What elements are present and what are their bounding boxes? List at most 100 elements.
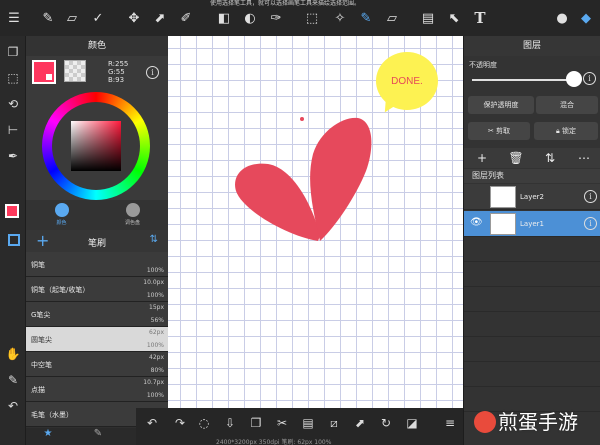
color-tab-row: 颜色 调色盘	[26, 200, 168, 230]
color-wheel[interactable]	[42, 92, 150, 200]
opacity-slider-thumb[interactable]	[566, 71, 582, 87]
layer-thumbnail	[490, 213, 516, 235]
undo-icon[interactable]: ↶	[142, 413, 162, 433]
pen-tool-icon[interactable]: ✑	[266, 8, 286, 28]
layer-info-icon[interactable]: i	[584, 190, 597, 203]
transform-icon[interactable]: ⬈	[350, 413, 370, 433]
rgb-b: B:93	[108, 76, 125, 84]
color-panel-title: 颜色	[26, 36, 168, 56]
brush-item[interactable]: 点描 10.7px 100%	[26, 377, 168, 402]
edit-tool-icon[interactable]: ✐	[176, 8, 196, 28]
sort-icon[interactable]: ⇅	[150, 234, 158, 245]
redo-icon[interactable]: ↷	[170, 413, 190, 433]
empty-layer-slot	[464, 338, 600, 362]
fill-tool-icon[interactable]: ◧	[214, 8, 234, 28]
layer-copy-icon[interactable]: ❐	[3, 42, 23, 62]
undo-icon[interactable]: ↶	[3, 396, 23, 416]
layer-row[interactable]: Layer2 i	[464, 184, 600, 210]
eye-icon[interactable]: 👁︎	[470, 217, 483, 228]
import-icon[interactable]: ⇩	[220, 413, 240, 433]
ruler-icon[interactable]: ⊢	[3, 120, 23, 140]
select-icon[interactable]: ⬚	[3, 68, 23, 88]
hand-icon[interactable]: ✋	[3, 344, 23, 364]
paste-icon[interactable]: ▤	[298, 413, 318, 433]
select-eraser-icon[interactable]: ▱	[382, 8, 402, 28]
brush-list-icon[interactable]: ✎	[78, 428, 118, 445]
operation-tool-icon[interactable]: ⬉	[444, 8, 464, 28]
gradient-tool-icon[interactable]: ◐	[240, 8, 260, 28]
paint-dot	[300, 117, 304, 121]
layer-info-icon[interactable]: i	[584, 217, 597, 230]
brush-item[interactable]: 圆笔尖 62px 100%	[26, 327, 168, 352]
empty-layer-slot	[464, 313, 600, 337]
pen-icon[interactable]: ✒	[3, 146, 23, 166]
magic-wand-icon[interactable]: ✧	[330, 8, 350, 28]
transform-tool-icon[interactable]: ⬈	[150, 8, 170, 28]
saturation-square[interactable]	[71, 121, 121, 171]
brush-tool-icon[interactable]: ✎	[38, 8, 58, 28]
protect-alpha-button[interactable]: 保护透明度	[468, 96, 534, 114]
rotate-canvas-icon[interactable]: ↻	[376, 413, 396, 433]
background-color-swatch[interactable]	[64, 60, 86, 82]
layer-panel: 图层 不透明度 i 保护透明度 混合 ✂ 剪取 🔒︎ 锁定 + 🗑︎ ⇅ ⋯ 图…	[463, 36, 600, 445]
rotate-icon[interactable]: ⟲	[3, 94, 23, 114]
layers-stack-icon[interactable]: ◆	[576, 8, 596, 28]
empty-layer-slot	[464, 363, 600, 387]
drawing-canvas[interactable]: DONE.	[168, 36, 463, 408]
brush-item[interactable]: G笔尖 15px 56%	[26, 302, 168, 327]
tab-palette-label: 调色盘	[124, 220, 140, 226]
select-rect-icon[interactable]: ⬚	[302, 8, 322, 28]
more-menu-icon[interactable]: ≡	[440, 416, 460, 432]
foreground-color-swatch[interactable]	[32, 60, 56, 84]
layer-thumbnail	[490, 186, 516, 208]
eyedropper-icon[interactable]: ✎	[3, 370, 23, 390]
bubble-text: DONE.	[391, 75, 423, 87]
layer-row[interactable]: 👁︎ Layer1 i	[464, 211, 600, 237]
more-icon[interactable]: ⋯	[574, 148, 594, 168]
opacity-slider-track[interactable]	[472, 79, 580, 81]
layer-name: Layer2	[520, 193, 544, 201]
snap-icon[interactable]: ◪	[402, 413, 422, 433]
menu-icon[interactable]: ☰	[4, 8, 24, 28]
copy-icon[interactable]: ❐	[246, 413, 266, 433]
tab-color[interactable]: 颜色	[26, 203, 97, 229]
brush-size: 15px	[149, 304, 164, 311]
scissors-icon: ✂	[487, 127, 497, 135]
brush-opacity: 80%	[150, 367, 164, 374]
clip-button[interactable]: ✂ 剪取	[468, 122, 530, 140]
color-circle-icon	[54, 203, 69, 217]
brush-item[interactable]: 铜笔（起笔/收笔） 10.0px 100%	[26, 277, 168, 302]
reorder-layer-icon[interactable]: ⇅	[540, 148, 560, 168]
cut-icon[interactable]: ✂	[272, 413, 292, 433]
palette-icon	[125, 203, 140, 217]
lock-button[interactable]: 🔒︎ 锁定	[534, 122, 598, 140]
empty-layer-slot	[464, 238, 600, 262]
add-layer-icon[interactable]: +	[472, 148, 492, 168]
layer-name: Layer1	[520, 220, 544, 228]
favorite-star-icon[interactable]: ★	[28, 428, 68, 445]
blend-mode-button[interactable]: 混合	[536, 96, 598, 114]
heart-left-petal	[235, 163, 320, 241]
text-tool-icon[interactable]: T	[470, 8, 490, 28]
chat-icon[interactable]: ●	[552, 8, 572, 28]
tooltip-text: 使用选择笔工具，就可以选择画笔工具来描绘选择范围。	[210, 0, 361, 7]
delete-layer-icon[interactable]: 🗑︎	[506, 148, 526, 168]
tab-palette[interactable]: 调色盘	[97, 203, 168, 229]
select-pen-icon[interactable]: ✎	[356, 8, 376, 28]
smudge-tool-icon[interactable]: ✓	[88, 8, 108, 28]
canvas-icon[interactable]	[8, 234, 20, 246]
color-info-icon[interactable]: i	[146, 66, 159, 79]
lasso-icon[interactable]: ◌	[194, 413, 214, 433]
color-swatch[interactable]	[5, 204, 19, 218]
brush-item[interactable]: 铜笔 100%	[26, 252, 168, 277]
frame-tool-icon[interactable]: ▤	[418, 8, 438, 28]
opacity-info-icon[interactable]: i	[583, 72, 596, 85]
clip-label: 剪取	[496, 127, 511, 135]
brush-item[interactable]: 中空笔 42px 80%	[26, 352, 168, 377]
brush-name: G笔尖	[31, 311, 51, 319]
move-tool-icon[interactable]: ✥	[124, 8, 144, 28]
clear-icon[interactable]: ⧄	[324, 413, 344, 433]
layer-panel-title: 图层	[464, 36, 600, 56]
brush-panel-header: + 笔刷 ⇅	[26, 230, 168, 252]
eraser-tool-icon[interactable]: ▱	[62, 8, 82, 28]
